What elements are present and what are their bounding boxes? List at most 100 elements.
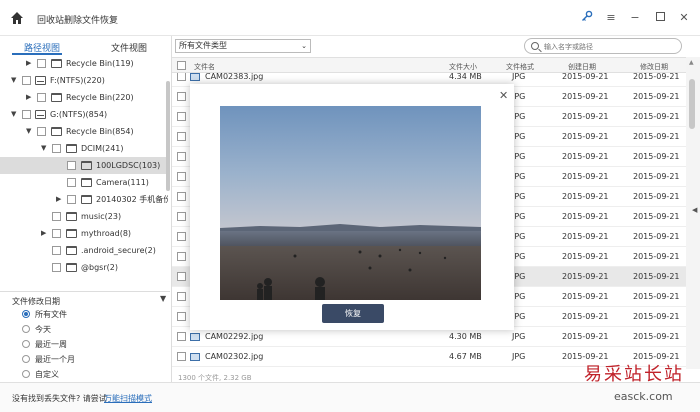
- col-created[interactable]: 创建日期: [568, 62, 596, 72]
- row-checkbox[interactable]: [177, 192, 186, 201]
- checkbox[interactable]: [22, 76, 31, 85]
- checkbox[interactable]: [67, 161, 76, 170]
- tree-item[interactable]: @bgsr(2): [0, 259, 168, 276]
- tree-item[interactable]: ▼ F:(NTFS)(220): [0, 72, 168, 89]
- row-checkbox[interactable]: [177, 312, 186, 321]
- tree-item[interactable]: ▶ 20140302 手机备份(2: [0, 191, 168, 208]
- radio-button[interactable]: [22, 325, 30, 333]
- expand-caret-icon[interactable]: ▶: [26, 58, 31, 72]
- row-checkbox[interactable]: [177, 212, 186, 221]
- radio-button[interactable]: [22, 340, 30, 348]
- cell-modified: 2015-09-21: [633, 132, 680, 141]
- file-type-select-value: 所有文件类型: [179, 41, 227, 50]
- row-checkbox[interactable]: [177, 272, 186, 281]
- row-checkbox[interactable]: [177, 332, 186, 341]
- maximize-icon[interactable]: [652, 10, 668, 26]
- radio-button[interactable]: [22, 355, 30, 363]
- tree-item[interactable]: ▼ G:(NTFS)(854): [0, 106, 168, 123]
- cell-format: JPG: [512, 332, 526, 341]
- watermark: 易采站长站 easck.com: [580, 360, 700, 412]
- tree-item[interactable]: ▼ Recycle Bin(854): [0, 123, 168, 140]
- cell-created: 2015-09-21: [562, 132, 609, 141]
- tree-item[interactable]: music(23): [0, 208, 168, 225]
- checkbox[interactable]: [37, 59, 46, 68]
- cell-format: JPG: [512, 152, 526, 161]
- collapse-caret-icon[interactable]: ▼: [11, 106, 16, 123]
- search-box[interactable]: [524, 38, 682, 54]
- menu-icon[interactable]: ≡: [603, 10, 619, 26]
- checkbox[interactable]: [37, 93, 46, 102]
- checkbox[interactable]: [52, 144, 61, 153]
- minimize-icon[interactable]: −: [627, 10, 643, 26]
- watermark-text: 易采站长站: [584, 364, 684, 385]
- checkbox[interactable]: [67, 178, 76, 187]
- radio-button[interactable]: [22, 310, 30, 318]
- row-checkbox[interactable]: [177, 92, 186, 101]
- key-icon[interactable]: [579, 10, 595, 26]
- checkbox[interactable]: [52, 263, 61, 272]
- collapse-caret-icon[interactable]: ▼: [11, 72, 16, 89]
- file-type-select[interactable]: 所有文件类型 ⌄: [175, 39, 311, 53]
- row-checkbox[interactable]: [177, 73, 186, 81]
- tree-item-label: Recycle Bin(220): [66, 93, 134, 102]
- folder-icon: [51, 127, 62, 136]
- collapse-caret-icon[interactable]: ▼: [26, 123, 31, 140]
- tree-item[interactable]: ▶ Recycle Bin(220): [0, 89, 168, 106]
- checkbox[interactable]: [52, 246, 61, 255]
- tab-file-view[interactable]: 文件视图: [111, 41, 147, 54]
- row-checkbox[interactable]: [177, 152, 186, 161]
- row-checkbox[interactable]: [177, 252, 186, 261]
- table-row[interactable]: CAM02292.jpg 4.30 MB JPG 2015-09-21 2015…: [172, 327, 686, 347]
- search-input[interactable]: [544, 41, 674, 52]
- checkbox[interactable]: [52, 229, 61, 238]
- recover-button[interactable]: 恢复: [322, 304, 384, 323]
- scrollbar-thumb[interactable]: [689, 79, 695, 129]
- radio-button[interactable]: [22, 370, 30, 378]
- col-format[interactable]: 文件格式: [506, 62, 534, 72]
- scroll-up-icon[interactable]: ▲: [689, 59, 694, 66]
- tree-item[interactable]: ▶ mythroad(8): [0, 225, 168, 242]
- side-panel-arrow-icon[interactable]: ◀: [692, 206, 697, 214]
- expand-caret-icon[interactable]: ▶: [41, 225, 46, 242]
- checkbox[interactable]: [67, 195, 76, 204]
- select-all-checkbox[interactable]: [177, 61, 186, 70]
- row-checkbox[interactable]: [177, 292, 186, 301]
- tree-scrollbar[interactable]: [166, 81, 170, 191]
- tree-item[interactable]: ▶ Recycle Bin(119): [0, 58, 168, 72]
- cell-format: JPG: [512, 192, 526, 201]
- row-checkbox[interactable]: [177, 232, 186, 241]
- close-icon[interactable]: ✕: [676, 10, 692, 26]
- row-checkbox[interactable]: [177, 172, 186, 181]
- col-name[interactable]: 文件名: [194, 62, 215, 72]
- tree-item-label: DCIM(241): [81, 144, 124, 153]
- tree-item-label: Camera(111): [96, 178, 149, 187]
- checkbox[interactable]: [22, 110, 31, 119]
- tree-item[interactable]: .android_secure(2): [0, 242, 168, 259]
- expand-caret-icon[interactable]: ▶: [26, 89, 31, 106]
- folder-icon: [66, 263, 77, 272]
- tree-item[interactable]: ▼ DCIM(241): [0, 140, 168, 157]
- home-icon[interactable]: [10, 11, 24, 25]
- close-icon[interactable]: ✕: [499, 89, 508, 102]
- tree-item[interactable]: Camera(111): [0, 174, 168, 191]
- checkbox[interactable]: [52, 212, 61, 221]
- deep-scan-link[interactable]: 万能扫描模式: [104, 393, 152, 404]
- tree-item-label: mythroad(8): [81, 229, 132, 238]
- cell-created: 2015-09-21: [562, 252, 609, 261]
- checkbox[interactable]: [37, 127, 46, 136]
- expand-caret-icon[interactable]: ▶: [56, 191, 61, 208]
- row-checkbox[interactable]: [177, 352, 186, 361]
- row-checkbox[interactable]: [177, 112, 186, 121]
- folder-icon: [81, 178, 92, 187]
- image-file-icon: [190, 333, 200, 341]
- collapse-caret-icon[interactable]: ▼: [41, 140, 46, 157]
- cell-format: JPG: [512, 212, 526, 221]
- row-checkbox[interactable]: [177, 132, 186, 141]
- folder-tree[interactable]: ▶ Recycle Bin(119) ▼ F:(NTFS)(220) ▶ Rec…: [0, 58, 168, 290]
- cell-modified: 2015-09-21: [633, 252, 680, 261]
- col-modified[interactable]: 修改日期: [640, 62, 668, 72]
- col-size[interactable]: 文件大小: [449, 62, 477, 72]
- collapse-arrow-icon[interactable]: ▼: [160, 294, 166, 303]
- cell-format: JPG: [512, 92, 526, 101]
- tree-item-selected[interactable]: 100LGDSC(103): [0, 157, 168, 174]
